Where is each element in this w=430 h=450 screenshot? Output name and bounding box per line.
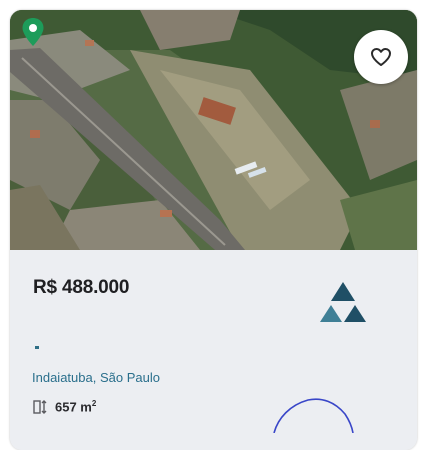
area-ruler-icon: [33, 400, 47, 414]
listing-location[interactable]: Indaiatuba, São Paulo: [32, 370, 160, 385]
heart-icon: [371, 48, 391, 66]
area-value: 657 m2: [55, 399, 97, 415]
area-info: 657 m2: [33, 399, 96, 415]
triangles-logo: [320, 282, 366, 322]
separator-dash: [35, 346, 39, 349]
listing-photo[interactable]: [10, 10, 417, 250]
map-pin-icon: [22, 18, 44, 46]
listing-details: R$ 488.000 Indaiatuba, São Paulo 657 m2: [10, 250, 417, 450]
favorite-button[interactable]: [354, 30, 408, 84]
listing-price: R$ 488.000: [33, 277, 130, 298]
listing-card[interactable]: R$ 488.000 Indaiatuba, São Paulo 657 m2: [10, 10, 417, 450]
